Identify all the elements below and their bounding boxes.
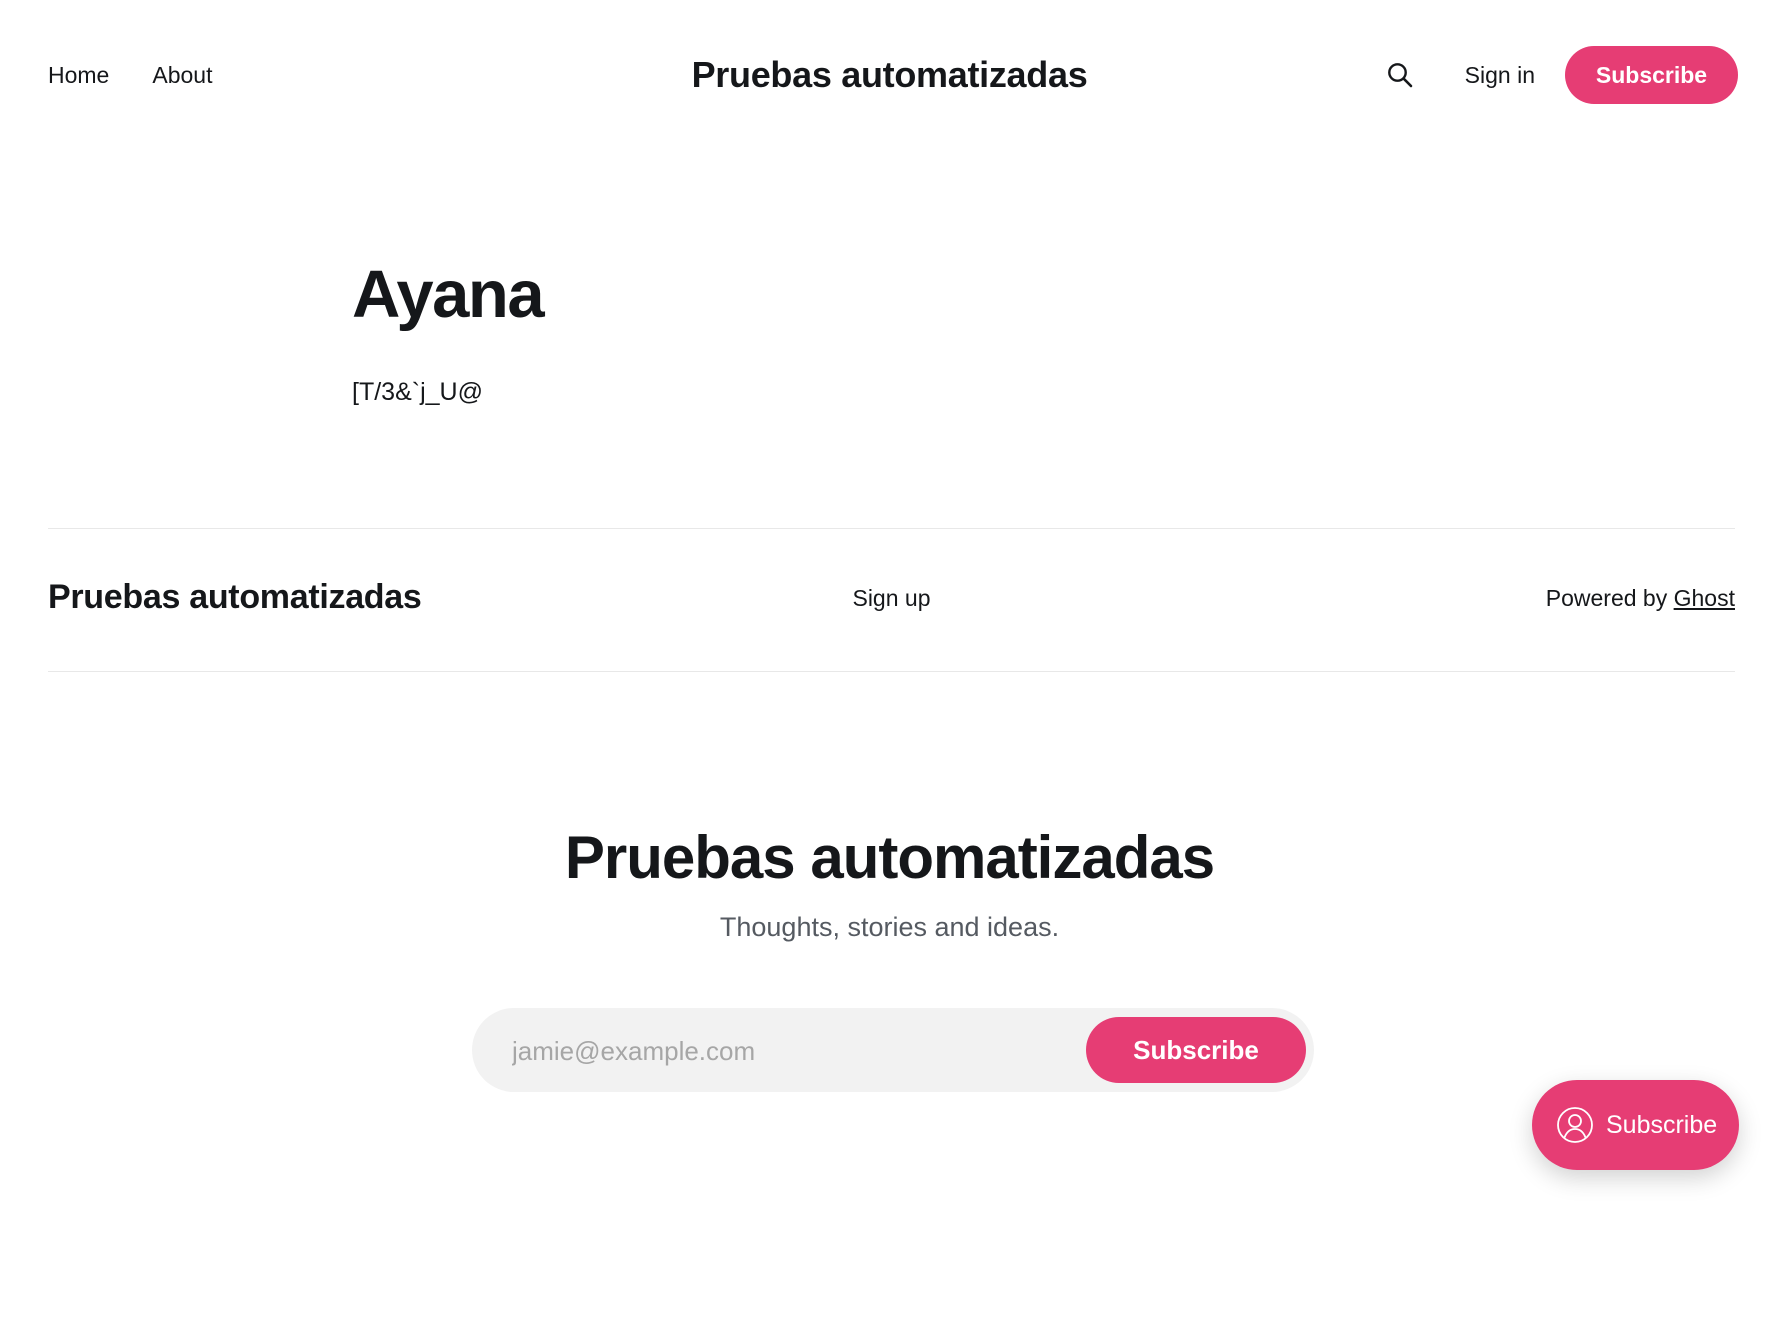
site-title[interactable]: Pruebas automatizadas (692, 54, 1088, 95)
cta-description: Thoughts, stories and ideas. (719, 912, 1060, 942)
portal-subscribe-button[interactable]: Subscribe (1532, 1080, 1739, 1170)
cta-subscribe-form: Subscribe (472, 1008, 1314, 1094)
search-icon (1387, 63, 1412, 88)
header-actions: Sign in Subscribe (1383, 46, 1738, 104)
site-footer: Pruebas automatizadas Sign up Powered by… (48, 528, 1735, 672)
user-circle-icon (1556, 1106, 1594, 1144)
footer-signup-link[interactable]: Sign up (852, 585, 930, 611)
footer-site-title[interactable]: Pruebas automatizadas (48, 578, 422, 617)
portal-subscribe-label: Subscribe (1606, 1110, 1718, 1139)
author-name: Ayana (352, 257, 545, 332)
header-subscribe-button[interactable]: Subscribe (1565, 46, 1738, 104)
author-bio: [T/3&`j_U@ (352, 378, 483, 406)
nav-home-link[interactable]: Home (48, 58, 109, 92)
search-button[interactable] (1383, 58, 1417, 92)
ghost-link[interactable]: Ghost (1674, 585, 1735, 611)
powered-by: Powered by Ghost (1546, 585, 1735, 612)
footer-bottom-divider (48, 671, 1735, 672)
email-input[interactable] (510, 1008, 1034, 1094)
cta-subscribe-button[interactable]: Subscribe (1086, 1017, 1306, 1083)
author-profile: Ayana [T/3&`j_U@ (352, 250, 545, 407)
primary-nav: Home About (48, 58, 212, 92)
nav-about-link[interactable]: About (152, 58, 212, 92)
powered-by-prefix: Powered by (1545, 585, 1674, 611)
signin-link[interactable]: Sign in (1465, 62, 1535, 89)
cta-title: Pruebas automatizadas (564, 824, 1215, 891)
subscribe-cta: Pruebas automatizadas Thoughts, stories … (0, 818, 1779, 943)
site-header: Home About Pruebas automatizadas Sign in… (0, 0, 1779, 150)
